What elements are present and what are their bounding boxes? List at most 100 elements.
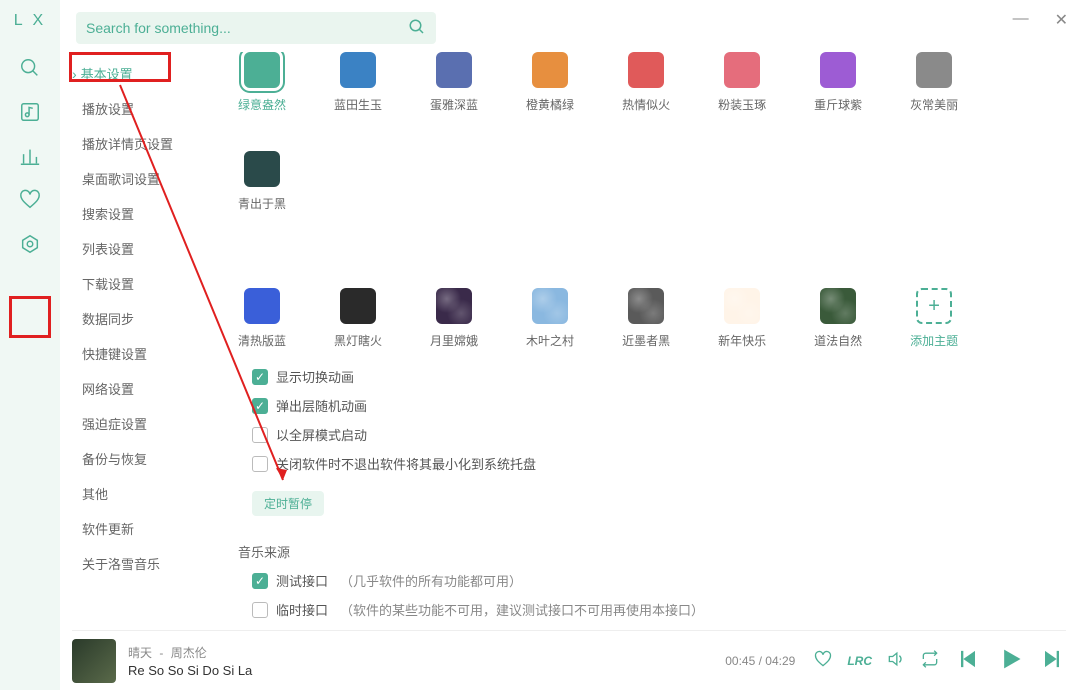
like-icon[interactable] — [813, 649, 833, 672]
theme-label: 蓝田生玉 — [334, 96, 382, 113]
settings-nav-item[interactable]: 桌面歌词设置 — [70, 161, 215, 196]
theme-item[interactable]: 月里嫦娥 — [430, 288, 478, 349]
theme-swatch — [340, 52, 376, 88]
theme-item[interactable]: 蓝田生玉 — [334, 52, 382, 113]
settings-nav-item[interactable]: 网络设置 — [70, 371, 215, 406]
settings-nav-item[interactable]: 列表设置 — [70, 231, 215, 266]
source-label: 临时接口 — [276, 600, 328, 619]
checkbox-label: 以全屏模式启动 — [276, 425, 367, 444]
settings-nav-item[interactable]: 强迫症设置 — [70, 406, 215, 441]
theme-label: 绿意盎然 — [238, 96, 286, 113]
settings-nav-item[interactable]: 其他 — [70, 476, 215, 511]
theme-item[interactable]: 近墨者黑 — [622, 288, 670, 349]
checkbox-icon — [252, 456, 268, 472]
settings-nav-item[interactable]: 数据同步 — [70, 301, 215, 336]
source-hint: （几乎软件的所有功能都可用） — [340, 571, 522, 590]
settings-nav-item[interactable]: 快捷键设置 — [70, 336, 215, 371]
settings-nav-item[interactable]: 搜索设置 — [70, 196, 215, 231]
heart-nav-icon[interactable] — [18, 188, 42, 212]
theme-item[interactable]: 新年快乐 — [718, 288, 766, 349]
theme-label: 近墨者黑 — [622, 332, 670, 349]
next-icon[interactable] — [1038, 645, 1066, 676]
checkbox-label: 显示切换动画 — [276, 367, 354, 386]
track-info: 晴天 - 周杰伦 Re So So Si Do Si La — [128, 644, 707, 678]
theme-label: 青出于黑 — [238, 195, 286, 212]
theme-item[interactable]: 橙黄橘绿 — [526, 52, 574, 113]
track-time: 00:45 / 04:29 — [725, 654, 795, 668]
settings-nav-item[interactable]: 基本设置 — [70, 56, 215, 91]
volume-icon[interactable] — [886, 649, 906, 672]
checkbox-label: 关闭软件时不退出软件将其最小化到系统托盘 — [276, 454, 536, 473]
theme-item[interactable]: 灰常美丽 — [910, 52, 958, 113]
theme-swatch — [244, 52, 280, 88]
source-row[interactable]: 临时接口 （软件的某些功能不可用，建议测试接口不可用再使用本接口） — [252, 600, 1052, 619]
theme-swatch — [916, 52, 952, 88]
theme-item[interactable]: 绿意盎然 — [238, 52, 286, 113]
search-nav-icon[interactable] — [18, 56, 42, 80]
theme-label: 灰常美丽 — [910, 96, 958, 113]
theme-swatch — [340, 288, 376, 324]
close-button[interactable]: ✕ — [1055, 10, 1068, 30]
min-button[interactable]: — — [1013, 10, 1029, 30]
time-sep: / — [759, 654, 762, 668]
source-hint: （软件的某些功能不可用，建议测试接口不可用再使用本接口） — [340, 600, 704, 619]
checkbox-row[interactable]: 显示切换动画 — [252, 367, 1052, 386]
app-logo: L X — [14, 12, 46, 30]
repeat-icon[interactable] — [920, 649, 940, 672]
chart-nav-icon[interactable] — [18, 144, 42, 168]
source-row[interactable]: 测试接口 （几乎软件的所有功能都可用） — [252, 571, 1052, 590]
theme-swatch — [436, 288, 472, 324]
settings-nav-item[interactable]: 下载设置 — [70, 266, 215, 301]
checkbox-row[interactable]: 弹出层随机动画 — [252, 396, 1052, 415]
theme-label: 热情似火 — [622, 96, 670, 113]
time-total: 04:29 — [765, 654, 795, 668]
theme-grid: 绿意盎然 蓝田生玉 蛋雅深蓝橙黄橘绿热情似火 粉装玉琢 重斤球紫 灰常美丽青出于黑清热版蓝… — [238, 52, 1052, 349]
theme-label: 月里嫦娥 — [430, 332, 478, 349]
theme-label: 黑灯瞎火 — [334, 332, 382, 349]
theme-label: 重斤球紫 — [814, 96, 862, 113]
checkbox-row[interactable]: 关闭软件时不退出软件将其最小化到系统托盘 — [252, 454, 1052, 473]
theme-label: 新年快乐 — [718, 332, 766, 349]
music-nav-icon[interactable] — [18, 100, 42, 124]
theme-label: 清热版蓝 — [238, 332, 286, 349]
settings-nav-item[interactable]: 关于洛雪音乐 — [70, 546, 215, 581]
checkbox-row[interactable]: 以全屏模式启动 — [252, 425, 1052, 444]
theme-item[interactable]: 热情似火 — [622, 52, 670, 113]
theme-item[interactable]: 蛋雅深蓝 — [430, 52, 478, 113]
settings-nav-icon[interactable] — [18, 232, 42, 256]
checkbox-icon — [252, 427, 268, 443]
settings-nav: 基本设置播放设置播放详情页设置桌面歌词设置搜索设置列表设置下载设置数据同步快捷键… — [70, 56, 215, 581]
settings-nav-item[interactable]: 备份与恢复 — [70, 441, 215, 476]
source-label: 测试接口 — [276, 571, 328, 590]
theme-label: 粉装玉琢 — [718, 96, 766, 113]
play-icon[interactable] — [996, 645, 1024, 676]
settings-nav-item[interactable]: 软件更新 — [70, 511, 215, 546]
add-theme-button[interactable]: +添加主题 — [910, 288, 958, 349]
theme-item[interactable]: 重斤球紫 — [814, 52, 862, 113]
theme-swatch — [532, 288, 568, 324]
lrc-icon[interactable]: LRC — [847, 654, 872, 668]
source-list: 测试接口 （几乎软件的所有功能都可用） 临时接口 （软件的某些功能不可用，建议测试接口… — [252, 571, 1052, 619]
checkbox-icon — [252, 602, 268, 618]
theme-item[interactable]: 木叶之村 — [526, 288, 574, 349]
prev-icon[interactable] — [954, 645, 982, 676]
theme-item[interactable]: 清热版蓝 — [238, 288, 286, 349]
settings-panel: 绿意盎然 蓝田生玉 蛋雅深蓝橙黄橘绿热情似火 粉装玉琢 重斤球紫 灰常美丽青出于黑清热版蓝… — [238, 52, 1052, 626]
theme-item[interactable]: 道法自然 — [814, 288, 862, 349]
search-input[interactable] — [86, 20, 408, 36]
time-elapsed: 00:45 — [725, 654, 755, 668]
theme-swatch — [628, 288, 664, 324]
theme-swatch — [724, 52, 760, 88]
settings-nav-item[interactable]: 播放详情页设置 — [70, 126, 215, 161]
album-art[interactable] — [72, 639, 116, 683]
player-controls: LRC — [813, 645, 1066, 676]
search-input-wrap[interactable] — [76, 12, 436, 44]
search-icon[interactable] — [408, 18, 426, 39]
left-rail: L X — [0, 0, 60, 690]
timer-pause-button[interactable]: 定时暂停 — [252, 491, 324, 516]
theme-item[interactable]: 青出于黑 — [238, 151, 286, 212]
theme-swatch — [436, 52, 472, 88]
theme-item[interactable]: 黑灯瞎火 — [334, 288, 382, 349]
theme-item[interactable]: 粉装玉琢 — [718, 52, 766, 113]
settings-nav-item[interactable]: 播放设置 — [70, 91, 215, 126]
